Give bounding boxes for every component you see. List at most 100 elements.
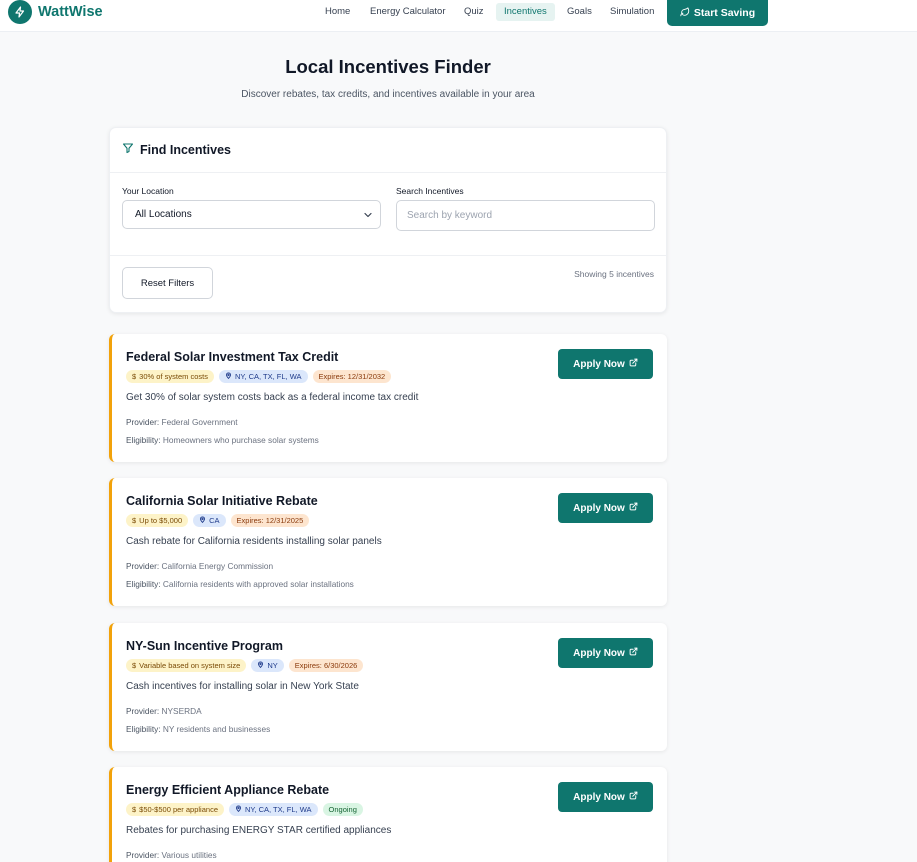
map-pin-icon [199,514,206,527]
amount-badge: $ Variable based on system size [126,659,247,672]
provider-value: Various utilities [161,850,217,860]
incentive-provider: Provider: Various utilities [126,850,217,860]
apply-now-label: Apply Now [573,791,625,803]
eligibility-value: California residents with approved solar… [162,579,354,589]
expiry-badge: Expires: 12/31/2032 [312,370,392,383]
dollar-icon: $ [132,661,137,670]
external-link-icon [629,647,638,659]
page-title: Local Incentives Finder [285,56,491,77]
top-navbar: WattWise Home Energy Calculator Quiz Inc… [0,0,917,32]
brand-logo[interactable]: WattWise [8,0,103,24]
dollar-icon: $ [132,516,137,525]
incentive-eligibility: Eligibility: Homeowners who purchase sol… [126,435,319,445]
nav-link-home[interactable]: Home [317,3,358,21]
incentive-tags: $30% of system costs NY, CA, TX, FL, WA … [126,370,392,383]
provider-value: Federal Government [161,417,238,427]
apply-now-label: Apply Now [573,502,625,514]
location-select[interactable]: All Locations [122,200,381,229]
incentive-card: Energy Efficient Appliance Rebate $ $50-$… [109,767,667,862]
amount-text: Up to $5,000 [139,516,183,525]
location-badge: CA [193,514,226,527]
filter-divider-top [110,172,666,173]
apply-now-button[interactable]: Apply Now [558,493,653,523]
apply-now-button[interactable]: Apply Now [558,349,653,379]
nav-link-goals[interactable]: Goals [559,3,600,21]
incentive-card: California Solar Initiative Rebate $ Up t… [109,478,667,606]
incentive-eligibility: Eligibility: NY residents and businesses [126,724,270,734]
expiry-badge: Expires: 12/31/2025 [230,514,310,527]
page-subtitle: Discover rebates, tax credits, and incen… [241,89,535,100]
chevron-down-icon [362,209,374,224]
provider-key: Provider: [126,561,160,571]
map-pin-icon [257,659,264,672]
apply-now-label: Apply Now [573,358,625,370]
dollar-icon: $ [132,372,137,381]
leaf-icon [680,6,690,20]
nav-link-quiz[interactable]: Quiz [456,3,492,21]
amount-badge: $ $50-$500 per appliance [126,803,224,816]
incentive-tags: $ Variable based on system size NY Expire… [126,659,364,672]
incentive-title: Energy Efficient Appliance Rebate [126,783,330,797]
reset-filters-button[interactable]: Reset Filters [122,267,213,299]
location-label: Your Location [122,186,174,196]
amount-text: 30% of system costs [139,372,208,381]
incentive-title: NY-Sun Incentive Program [126,639,283,653]
location-badge: NY, CA, TX, FL, WA [228,803,318,816]
incentive-card: NY-Sun Incentive Program $ Variable based… [109,623,667,751]
incentive-tags: $ Up to $5,000 CA Expires: 12/31/2025 [126,514,310,527]
eligibility-key: Eligibility: [126,579,161,589]
start-saving-label: Start Saving [693,7,756,19]
search-label: Search Incentives [396,186,464,196]
provider-value: NYSERDA [161,706,202,716]
filter-panel-title: Find Incentives [140,142,231,157]
dollar-icon: $ [132,805,137,814]
external-link-icon [629,358,638,370]
incentive-tags: $ $50-$500 per appliance NY, CA, TX, FL, … [126,803,363,816]
ongoing-badge: Ongoing [322,803,363,816]
provider-key: Provider: [126,850,160,860]
incentive-provider: Provider: NYSERDA [126,706,202,716]
filter-divider-bottom [110,255,666,256]
nav-link-simulation[interactable]: Simulation [602,3,662,21]
apply-now-button[interactable]: Apply Now [558,638,653,668]
incentive-description: Cash incentives for installing solar in … [126,681,359,692]
amount-text: $50-$500 per appliance [139,805,218,814]
incentive-provider: Provider: Federal Government [126,417,238,427]
map-pin-icon [235,803,242,816]
apply-now-button[interactable]: Apply Now [558,782,653,812]
map-pin-icon [225,370,232,383]
nav-link-incentives[interactable]: Incentives [496,3,555,21]
location-text: NY [267,661,278,670]
filter-panel-header: Find Incentives [122,142,231,157]
incentive-title: California Solar Initiative Rebate [126,494,318,508]
brand-name: WattWise [38,4,103,20]
incentive-eligibility: Eligibility: California residents with a… [126,579,354,589]
incentive-description: Rebates for purchasing ENERGY STAR certi… [126,825,392,836]
location-badge: NY, CA, TX, FL, WA [218,370,308,383]
incentive-card: Federal Solar Investment Tax Credit $30%… [109,334,667,462]
provider-value: California Energy Commission [161,561,274,571]
provider-key: Provider: [126,706,160,716]
eligibility-value: NY residents and businesses [162,724,271,734]
filter-icon [122,142,134,157]
amount-badge: $30% of system costs [126,370,214,383]
incentive-provider: Provider: California Energy Commission [126,561,273,571]
start-saving-button[interactable]: Start Saving [667,0,768,26]
apply-now-label: Apply Now [573,647,625,659]
location-badge: NY [251,659,284,672]
search-input[interactable] [396,200,655,231]
nav-link-energy-calculator[interactable]: Energy Calculator [362,3,454,21]
incentive-title: Federal Solar Investment Tax Credit [126,350,339,364]
location-select-value: All Locations [135,209,192,220]
lightning-bolt-icon [8,0,32,24]
external-link-icon [629,791,638,803]
eligibility-key: Eligibility: [126,724,161,734]
eligibility-key: Eligibility: [126,435,161,445]
provider-key: Provider: [126,417,160,427]
location-text: NY, CA, TX, FL, WA [244,805,312,814]
external-link-icon [629,502,638,514]
location-text: CA [209,516,220,525]
filter-panel: Find Incentives Your Location All Locati… [109,127,667,313]
expiry-badge: Expires: 6/30/2026 [288,659,364,672]
location-text: NY, CA, TX, FL, WA [234,372,302,381]
